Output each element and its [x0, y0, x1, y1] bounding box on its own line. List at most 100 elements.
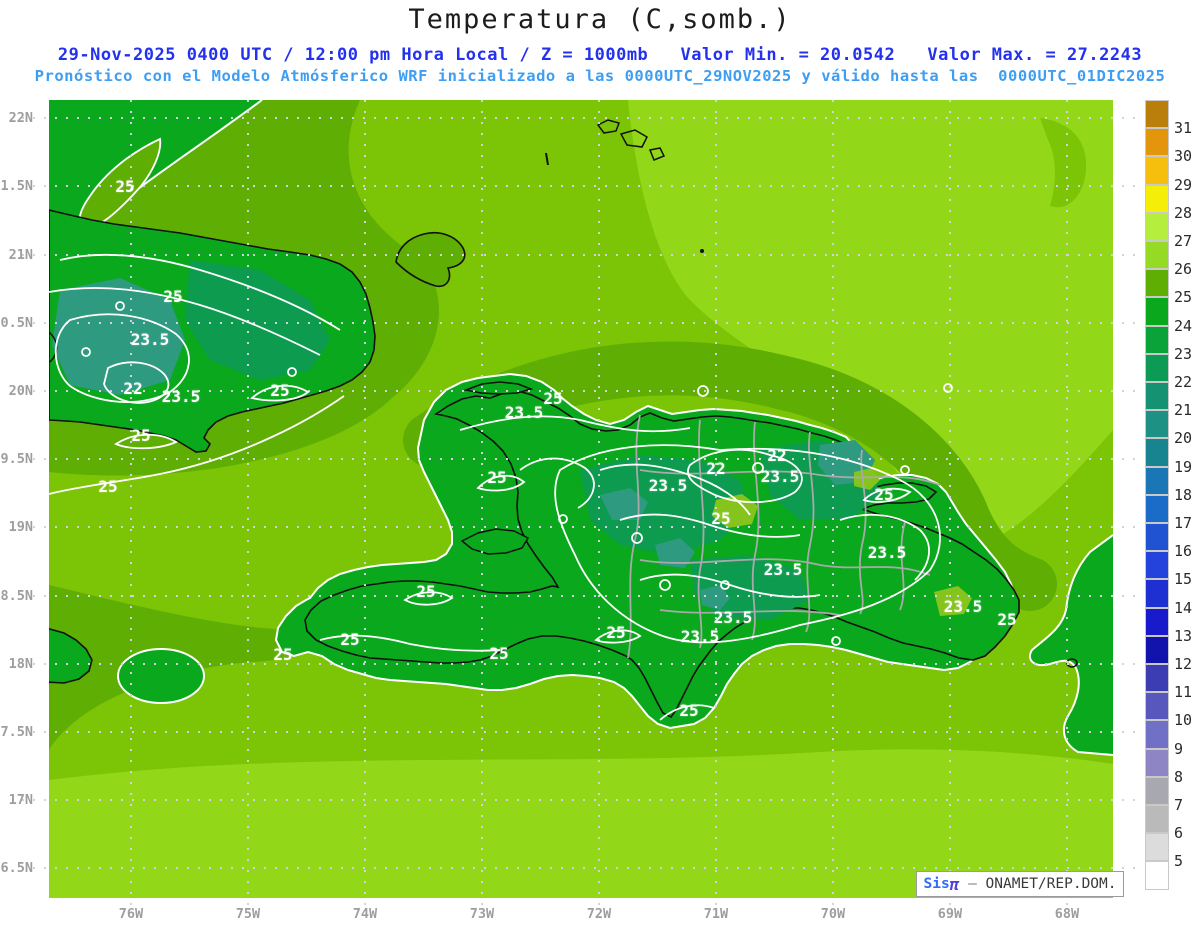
- lon-tick-label: 71W: [703, 906, 729, 922]
- lon-tick-label: 72W: [586, 906, 612, 922]
- lon-tick-label: 68W: [1054, 906, 1080, 922]
- colorbar-tick-label: 30: [1174, 147, 1193, 166]
- colorbar-cell: [1145, 776, 1169, 805]
- contour-value-label: 25: [163, 287, 183, 306]
- contour-value-label: 25: [273, 645, 293, 664]
- lon-tick-label: 69W: [937, 906, 963, 922]
- colorbar-tick-label: 16: [1174, 542, 1193, 561]
- colorbar-cell: [1145, 523, 1169, 552]
- colorbar-cell: [1145, 635, 1169, 664]
- colorbar-cell: [1145, 579, 1169, 608]
- colorbar-tick-label: 31: [1174, 119, 1193, 138]
- contour-value-label: 23.5: [760, 467, 800, 486]
- colorbar-cell: [1145, 720, 1169, 749]
- credit-separator: –: [959, 876, 986, 892]
- colorbar-tick-label: 19: [1174, 457, 1193, 476]
- colorbar-tick-label: 28: [1174, 203, 1193, 222]
- lat-tick-label: 0.5N: [0, 315, 33, 331]
- contour-value-label: 25: [489, 644, 509, 663]
- lon-tick-label: 70W: [820, 906, 846, 922]
- credit-pi-symbol: π: [949, 874, 960, 894]
- contour-value-label: 25: [270, 381, 290, 400]
- colorbar-cell: [1145, 410, 1169, 439]
- lat-tick-label: 19N: [8, 519, 33, 535]
- colorbar-cell: [1145, 325, 1169, 354]
- lon-tick-label: 73W: [469, 906, 495, 922]
- contour-value-label: 25: [487, 468, 507, 487]
- contour-value-label: 25: [997, 610, 1017, 629]
- colorbar-cell: [1145, 551, 1169, 580]
- contour-value-label: 23.5: [130, 330, 170, 349]
- colorbar-cell: [1145, 269, 1169, 298]
- lat-tick-label: 22N: [8, 110, 33, 126]
- colorbar-tick-label: 13: [1174, 626, 1193, 645]
- contour-value-label: 25: [874, 485, 894, 504]
- colorbar-cell: [1145, 692, 1169, 721]
- colorbar-tick-label: 25: [1174, 288, 1193, 307]
- lat-tick-label: 9.5N: [0, 451, 33, 467]
- contour-value-label: 23.5: [867, 543, 907, 562]
- contour-value-label: 23.5: [161, 387, 201, 406]
- lat-tick-label: 7.5N: [0, 724, 33, 740]
- colorbar-tick-label: 5: [1174, 852, 1184, 871]
- colorbar: [1145, 100, 1169, 892]
- weather-map-page: Temperatura (C,somb.) 29-Nov-2025 0400 U…: [0, 0, 1200, 927]
- contour-value-label: 25: [679, 701, 699, 720]
- colorbar-cell: [1145, 353, 1169, 382]
- colorbar-cell: [1145, 805, 1169, 834]
- colorbar-cell: [1145, 156, 1169, 185]
- colorbar-cell: [1145, 297, 1169, 326]
- colorbar-cell: [1145, 100, 1169, 129]
- colorbar-cell: [1145, 664, 1169, 693]
- lon-tick-label: 74W: [352, 906, 378, 922]
- colorbar-tick-label: 20: [1174, 429, 1193, 448]
- colorbar-tick-label: 12: [1174, 655, 1193, 673]
- lat-tick-label: 8.5N: [0, 588, 33, 604]
- lat-tick-label: 18N: [8, 656, 33, 672]
- map-canvas: [22, 100, 1135, 905]
- contour-value-label: 25: [98, 477, 118, 496]
- colorbar-cell: [1145, 833, 1169, 862]
- colorbar-cell: [1145, 241, 1169, 270]
- colorbar-cell: [1145, 184, 1169, 213]
- colorbar-tick-label: 8: [1174, 767, 1184, 786]
- contour-value-label: 23.5: [713, 608, 753, 627]
- colorbar-tick-label: 14: [1174, 598, 1193, 617]
- colorbar-tick-label: 17: [1174, 514, 1193, 532]
- contour-value-label: 23.5: [504, 403, 544, 422]
- colorbar-cell: [1145, 382, 1169, 411]
- contour-value-label: 25: [711, 509, 731, 528]
- credit-agency: ONAMET/REP.DOM.: [985, 876, 1117, 892]
- colorbar-cell: [1145, 128, 1169, 157]
- contour-value-label: 25: [115, 177, 135, 196]
- contour-value-label: 25: [416, 582, 436, 601]
- colorbar-tick-label: 29: [1174, 175, 1193, 194]
- colorbar-tick-label: 6: [1174, 824, 1184, 843]
- colorbar-tick-label: 22: [1174, 373, 1193, 391]
- contour-value-label: 25: [340, 630, 360, 649]
- lon-tick-label: 76W: [118, 906, 144, 922]
- colorbar-cell: [1145, 748, 1169, 777]
- lat-tick-label: 17N: [8, 792, 33, 808]
- colorbar-tick-label: 27: [1174, 232, 1193, 250]
- colorbar-tick-label: 18: [1174, 485, 1193, 504]
- colorbar-tick-label: 21: [1174, 401, 1193, 420]
- cay-dot: [700, 249, 704, 253]
- colorbar-tick-label: 11: [1174, 683, 1193, 702]
- colorbar-cell: [1145, 438, 1169, 467]
- lat-tick-label: 1.5N: [0, 178, 33, 194]
- contour-value-label: 25: [606, 623, 626, 642]
- credit-sis: Sis: [923, 876, 950, 892]
- credit-box: Sis π – ONAMET/REP.DOM.: [916, 871, 1124, 897]
- colorbar-tick-label: 26: [1174, 260, 1193, 279]
- lon-tick-label: 75W: [235, 906, 261, 922]
- colorbar-tick-label: 15: [1174, 570, 1193, 589]
- colorbar-cell: [1145, 494, 1169, 523]
- colorbar-cell: [1145, 466, 1169, 495]
- lat-tick-label: 20N: [8, 383, 33, 399]
- lat-tick-label: 6.5N: [0, 860, 33, 876]
- colorbar-tick-label: 7: [1174, 796, 1184, 814]
- colorbar-tick-label: 24: [1174, 316, 1193, 335]
- colorbar-tick-label: 10: [1174, 711, 1193, 730]
- colorbar-cell: [1145, 212, 1169, 241]
